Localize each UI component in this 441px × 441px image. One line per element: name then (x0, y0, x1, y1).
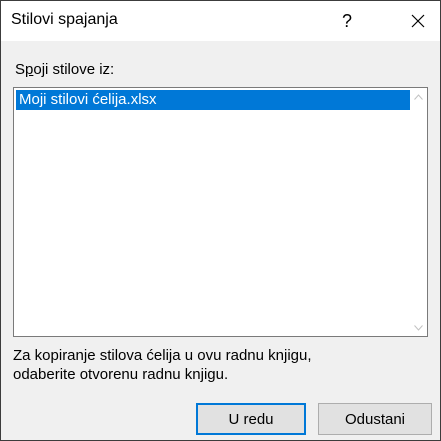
help-icon: ? (341, 11, 352, 31)
ok-button[interactable]: U redu (196, 403, 306, 435)
title-bar: Stilovi spajanja ? (1, 1, 440, 41)
instruction-text: Za kopiranje stilova ćelija u ovu radnu … (13, 346, 433, 384)
help-button[interactable]: ? (327, 1, 367, 41)
workbook-listbox[interactable]: Moji stilovi ćelija.xlsx (13, 87, 428, 337)
close-icon (411, 14, 425, 28)
scroll-down-button[interactable] (410, 319, 427, 336)
cancel-button[interactable]: Odustani (318, 403, 432, 435)
list-item[interactable]: Moji stilovi ćelija.xlsx (16, 90, 412, 110)
merge-from-label: Spoji stilove iz: (15, 61, 115, 78)
instruction-line-1: Za kopiranje stilova ćelija u ovu radnu … (13, 347, 312, 364)
chevron-up-icon (414, 93, 423, 100)
chevron-down-icon (414, 324, 423, 331)
dialog-title: Stilovi spajanja (11, 11, 118, 28)
vertical-scrollbar[interactable] (410, 88, 427, 336)
instruction-line-2: odaberite otvorenu radnu knjigu. (13, 366, 229, 383)
merge-styles-dialog: Stilovi spajanja ? Spoji stilove iz: Moj… (0, 0, 441, 441)
close-button[interactable] (396, 1, 440, 41)
scroll-up-button[interactable] (410, 88, 427, 105)
